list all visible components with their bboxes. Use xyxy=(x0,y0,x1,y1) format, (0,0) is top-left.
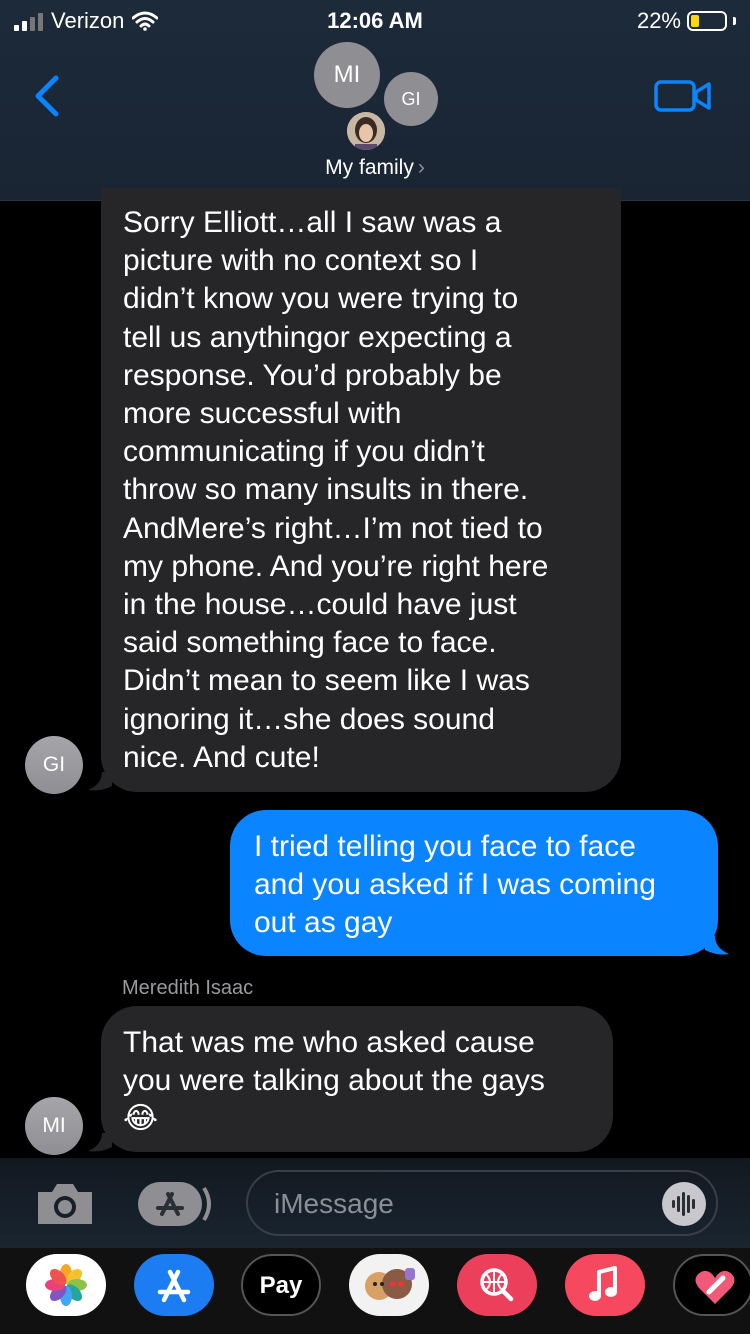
message-line: Didn’t mean to seem like I was xyxy=(123,664,530,698)
message-line: in the house…could have just xyxy=(123,588,517,622)
battery-indicator: 22% xyxy=(637,8,736,34)
message-bubble-incoming[interactable]: Sorry Elliott…all I saw was a picture wi… xyxy=(101,188,621,792)
battery-icon xyxy=(687,11,727,31)
laughing-emoji: 😂 xyxy=(123,1102,159,1136)
sender-name: Meredith Isaac xyxy=(122,977,254,999)
app-drawer: Pay xyxy=(0,1248,750,1334)
message-line: out as gay xyxy=(254,906,393,940)
audio-message-button[interactable] xyxy=(662,1182,706,1226)
camera-icon[interactable] xyxy=(34,1180,96,1228)
message-input-placeholder: iMessage xyxy=(274,1188,394,1219)
battery-percent: 22% xyxy=(636,8,681,33)
message-line: communicating if you didn’t xyxy=(123,435,485,469)
group-name[interactable]: My family › xyxy=(0,156,750,180)
bubble-tail xyxy=(705,936,729,955)
message-line: my phone. And you’re right here xyxy=(123,549,549,583)
person-photo-icon xyxy=(347,112,385,150)
message-line: more successful with xyxy=(123,397,402,431)
conversation-header: Verizon 12:06 AM 22% MI GI My family › xyxy=(0,0,750,201)
message-line: said something face to face. xyxy=(123,626,497,660)
message-line: tell us anythingor expecting a xyxy=(123,320,512,354)
apple-pay-icon[interactable]: Pay xyxy=(241,1254,321,1316)
message-line: I tried telling you face to face xyxy=(254,830,636,863)
group-name-label: My family xyxy=(325,156,414,179)
message-line: Sorry Elliott…all I saw was a xyxy=(123,206,502,239)
back-chevron-icon[interactable] xyxy=(28,72,68,120)
message-line: you were talking about the gays xyxy=(123,1064,545,1098)
compose-bar: iMessage xyxy=(0,1158,750,1248)
message-bubble-outgoing[interactable]: I tried telling you face to face and you… xyxy=(230,810,718,956)
message-bubble-incoming[interactable]: That was me who asked cause you were tal… xyxy=(101,1006,613,1152)
bubble-tail xyxy=(88,772,112,791)
message-line: ignoring it…she does sound xyxy=(123,702,495,736)
message-line: AndMere’s right…I’m not tied to xyxy=(123,511,543,545)
music-icon[interactable] xyxy=(565,1254,645,1316)
avatar-mi[interactable]: MI xyxy=(314,42,380,108)
message-line: response. You’d probably be xyxy=(123,358,502,392)
web-search-icon[interactable] xyxy=(457,1254,537,1316)
message-line: and you asked if I was coming xyxy=(254,868,656,902)
app-store-button-icon[interactable] xyxy=(138,1182,214,1226)
avatar-photo[interactable] xyxy=(347,112,385,150)
sender-avatar-mi[interactable]: MI xyxy=(25,1097,83,1155)
digital-touch-icon[interactable] xyxy=(673,1254,750,1316)
memoji-icon[interactable] xyxy=(349,1254,429,1316)
bubble-tail xyxy=(88,1133,112,1152)
message-line: picture with no context so I xyxy=(123,244,479,278)
message-line: throw so many insults in there. xyxy=(123,473,529,507)
photos-icon[interactable] xyxy=(26,1254,106,1316)
status-bar: Verizon 12:06 AM 22% xyxy=(0,0,750,40)
message-line: didn’t know you were trying to xyxy=(123,282,519,316)
video-call-icon[interactable] xyxy=(654,78,712,114)
app-store-icon[interactable] xyxy=(134,1254,214,1316)
chevron-right-icon: › xyxy=(417,156,425,179)
apple-pay-label: Pay xyxy=(259,1272,303,1299)
avatar-gi[interactable]: GI xyxy=(384,72,438,126)
waveform-icon xyxy=(672,1192,695,1216)
message-line: nice. And cute! xyxy=(123,740,320,774)
message-input[interactable]: iMessage xyxy=(246,1170,718,1236)
message-line: That was me who asked cause xyxy=(123,1026,535,1059)
sender-avatar-gi[interactable]: GI xyxy=(25,736,83,794)
